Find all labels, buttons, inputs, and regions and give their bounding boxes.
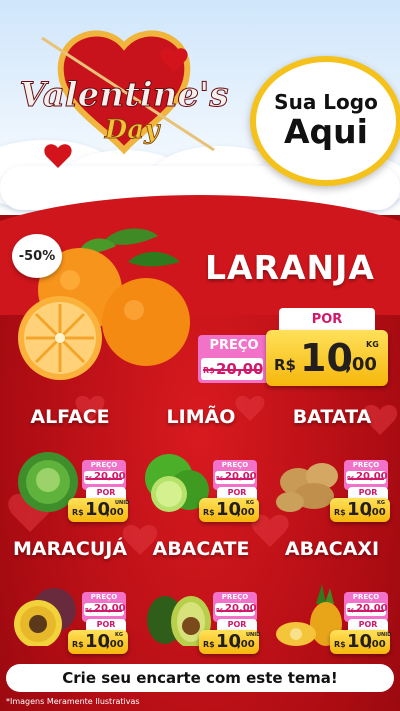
preco-label: PREÇO — [221, 461, 249, 469]
price-cents: ,00 — [368, 639, 386, 650]
currency: R$ — [334, 640, 346, 649]
product-name: LIMÃO — [166, 406, 236, 428]
hero-product-name: LARANJA — [205, 248, 375, 287]
old-price: R$20,00 — [346, 603, 388, 616]
price-cents: ,00 — [106, 639, 124, 650]
old-price: R$20,00 — [215, 603, 257, 616]
unit-label: UNID — [115, 500, 130, 506]
product-name: ALFACE — [30, 406, 110, 428]
cta-bar[interactable]: Crie seu encarte com este tema! — [6, 664, 394, 692]
price-box: R$ 10,00 UNID — [330, 630, 392, 654]
hero-por-label: POR — [279, 308, 375, 332]
hero-price-cents: ,00 — [345, 354, 377, 375]
old-value: 20,00 — [225, 603, 257, 614]
logo-text-line2: Aqui — [284, 112, 368, 151]
logo-title-line2: Day — [104, 115, 161, 145]
price-cents: ,00 — [368, 507, 386, 518]
strike-line — [85, 609, 123, 612]
price-box: R$ 10,00 KG — [199, 498, 259, 522]
flyer: Valentine's Day Sua Logo Aqui -50% LARAN… — [0, 0, 400, 711]
currency: R$ — [334, 508, 346, 517]
footnote: *Imagens Meramente Ilustrativas — [6, 697, 140, 706]
preco-label: PREÇO — [352, 461, 380, 469]
price-cents: ,00 — [237, 639, 255, 650]
old-value: 20,00 — [356, 603, 388, 614]
preco-label: PREÇO — [352, 593, 380, 601]
old-price: R$20,00 — [84, 471, 126, 484]
discount-badge: -50% — [12, 234, 62, 278]
strike-line — [216, 609, 254, 612]
logo-title-line1: Valentine's — [19, 75, 228, 115]
price-cents: ,00 — [106, 507, 124, 518]
old-price: R$20,00 — [84, 603, 126, 616]
old-value: 20,00 — [94, 603, 126, 614]
currency: R$ — [203, 508, 215, 517]
preco-label: PREÇO — [221, 593, 249, 601]
currency: R$ — [72, 508, 84, 517]
strike-line — [347, 477, 385, 480]
hero-preco-label: PREÇO — [209, 338, 259, 353]
price-cents: ,00 — [237, 507, 255, 518]
strike-line — [347, 609, 385, 612]
product-name: ABACATE — [152, 538, 250, 560]
hero-old-price: R$ 20,00 — [201, 358, 263, 380]
strike-line — [85, 477, 123, 480]
currency: R$ — [203, 640, 215, 649]
preco-label: PREÇO — [90, 593, 118, 601]
unit-label: UNID — [246, 632, 261, 638]
price-box: R$ 10,00 KG — [330, 498, 390, 522]
old-value: 20,00 — [94, 471, 126, 482]
unit-label: UNID — [377, 632, 392, 638]
product-name: ABACAXI — [284, 538, 380, 560]
hero-price-box: R$ 10 ,00 KG — [266, 330, 388, 386]
currency: R$ — [72, 640, 84, 649]
price-box: R$ 10,00 UNID — [68, 498, 130, 522]
strike-line — [216, 477, 254, 480]
valentines-day-logo: Valentine's Day — [19, 30, 229, 168]
old-value: 20,00 — [356, 471, 388, 482]
old-price: R$20,00 — [346, 471, 388, 484]
logo-text-line1: Sua Logo — [274, 90, 378, 114]
strike-line — [203, 369, 261, 371]
hero-unit: KG — [366, 340, 379, 349]
unit-label: KG — [246, 500, 254, 506]
price-box: R$ 10,00 KG — [68, 630, 128, 654]
store-logo-placeholder: Sua Logo Aqui — [250, 56, 400, 186]
old-value: 20,00 — [225, 471, 257, 482]
product-name: MARACUJÁ — [12, 538, 128, 560]
hero-currency: R$ — [274, 356, 296, 374]
unit-label: KG — [115, 632, 123, 638]
product-name: BATATA — [292, 406, 372, 428]
preco-label: PREÇO — [90, 461, 118, 469]
old-price: R$20,00 — [215, 471, 257, 484]
unit-label: KG — [377, 500, 385, 506]
price-box: R$ 10,00 UNID — [199, 630, 261, 654]
